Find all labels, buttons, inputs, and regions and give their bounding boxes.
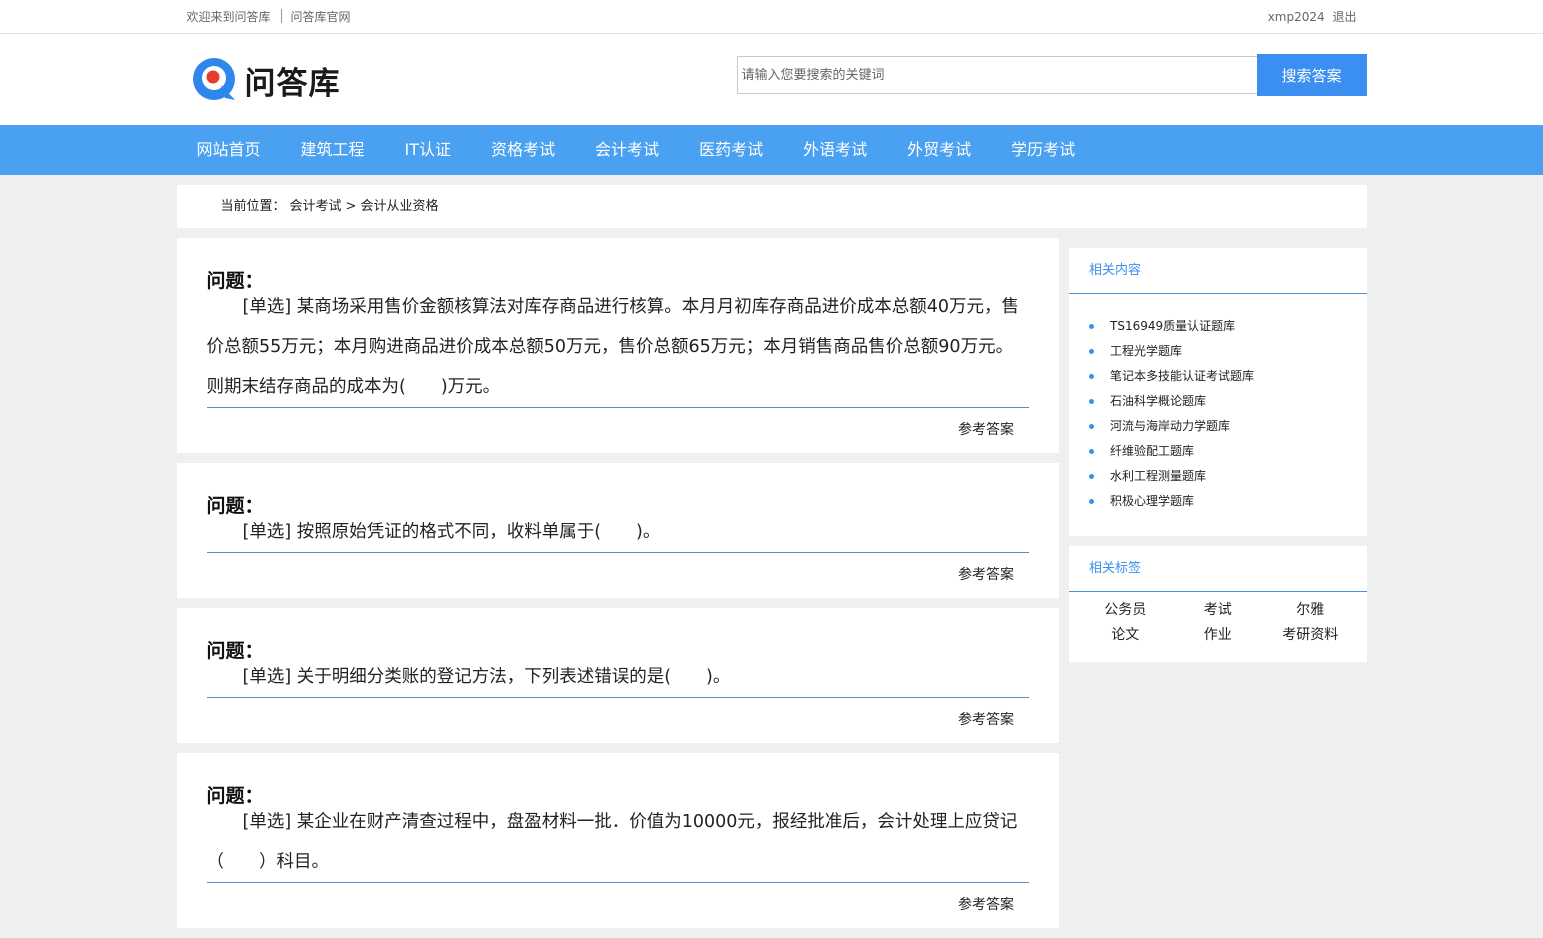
search-input[interactable]	[736, 56, 1257, 94]
username-link[interactable]: xmp2024	[1268, 10, 1325, 24]
breadcrumb-accounting[interactable]: 会计考试	[290, 199, 342, 214]
sidebar: 相关内容 TS16949质量认证题库 工程光学题库 笔记本多技能认证考试题库 石…	[1069, 248, 1367, 938]
logout-link[interactable]: 退出	[1332, 10, 1356, 24]
breadcrumb-prefix: 当前位置：	[220, 199, 286, 214]
nav-item-foreign-trade[interactable]: 外贸考试	[887, 125, 991, 175]
answer-link[interactable]: 参考答案	[958, 422, 1014, 438]
related-item[interactable]: 纤维验配工题库	[1089, 439, 1366, 464]
related-tags-title: 相关标签	[1069, 546, 1367, 592]
question-text[interactable]: [单选] 按照原始凭证的格式不同，收料单属于( )。	[206, 512, 1030, 553]
related-item[interactable]: 笔记本多技能认证考试题库	[1089, 364, 1366, 389]
related-content-title: 相关内容	[1069, 248, 1367, 294]
nav-item-accounting[interactable]: 会计考试	[575, 125, 679, 175]
top-bar: 欢迎来到问答库 问答库官网 xmp2024 退出	[0, 0, 1543, 34]
nav-item-construction[interactable]: 建筑工程	[281, 125, 385, 175]
site-logo[interactable]: 问答库	[191, 56, 341, 104]
related-item[interactable]: TS16949质量认证题库	[1089, 314, 1366, 339]
tag-item[interactable]: 公务员	[1079, 598, 1171, 623]
nav-item-language[interactable]: 外语考试	[783, 125, 887, 175]
question-text[interactable]: [单选] 关于明细分类账的登记方法，下列表述错误的是( )。	[206, 657, 1030, 698]
question-card: 问题： [单选] 某企业在财产清查过程中，盘盈材料一批．价值为10000元，报经…	[176, 753, 1060, 928]
breadcrumb-separator: >	[345, 199, 357, 214]
question-card: 问题： [单选] 按照原始凭证的格式不同，收料单属于( )。 参考答案	[176, 463, 1060, 598]
question-text[interactable]: [单选] 某企业在财产清查过程中，盘盈材料一批．价值为10000元，报经批准后，…	[206, 802, 1030, 883]
nav-item-it-cert[interactable]: IT认证	[385, 125, 472, 175]
main-nav: 网站首页 建筑工程 IT认证 资格考试 会计考试 医药考试 外语考试 外贸考试 …	[0, 125, 1543, 175]
answer-link[interactable]: 参考答案	[958, 712, 1014, 728]
nav-item-home[interactable]: 网站首页	[177, 125, 281, 175]
answer-link[interactable]: 参考答案	[958, 567, 1014, 583]
related-item[interactable]: 河流与海岸动力学题库	[1089, 414, 1366, 439]
search-bar: 搜索答案	[736, 54, 1367, 96]
nav-item-medical[interactable]: 医药考试	[679, 125, 783, 175]
related-item[interactable]: 工程光学题库	[1089, 339, 1366, 364]
official-site-link[interactable]: 问答库官网	[291, 10, 351, 24]
tag-item[interactable]: 论文	[1079, 623, 1171, 648]
search-button[interactable]: 搜索答案	[1256, 54, 1367, 96]
question-card: 问题： [单选] 某商场采用售价金额核算法对库存商品进行核算。本月月初库存商品进…	[176, 238, 1060, 453]
tag-item[interactable]: 尔雅	[1264, 598, 1356, 623]
breadcrumb-accounting-qualification[interactable]: 会计从业资格	[360, 199, 438, 214]
nav-item-education[interactable]: 学历考试	[991, 125, 1095, 175]
divider	[280, 9, 282, 23]
logo-text: 问答库	[244, 65, 341, 102]
related-item[interactable]: 水利工程测量题库	[1089, 464, 1366, 489]
related-item[interactable]: 积极心理学题库	[1089, 489, 1366, 514]
breadcrumb: 当前位置： 会计考试 > 会计从业资格	[176, 185, 1367, 228]
nav-item-qualification[interactable]: 资格考试	[471, 125, 575, 175]
logo-icon	[191, 56, 239, 104]
question-text[interactable]: [单选] 某商场采用售价金额核算法对库存商品进行核算。本月月初库存商品进价成本总…	[206, 287, 1030, 408]
header: 问答库 搜索答案	[0, 34, 1543, 125]
related-tags-panel: 相关标签 公务员 考试 尔雅 论文 作业 考研资料	[1069, 546, 1367, 662]
tag-item[interactable]: 作业	[1172, 623, 1265, 648]
related-item[interactable]: 石油科学概论题库	[1089, 389, 1366, 414]
tag-item[interactable]: 考研资料	[1264, 623, 1356, 648]
related-content-panel: 相关内容 TS16949质量认证题库 工程光学题库 笔记本多技能认证考试题库 石…	[1069, 248, 1367, 536]
tag-item[interactable]: 考试	[1172, 598, 1265, 623]
question-list: 问题： [单选] 某商场采用售价金额核算法对库存商品进行核算。本月月初库存商品进…	[176, 238, 1060, 938]
question-card: 问题： [单选] 关于明细分类账的登记方法，下列表述错误的是( )。 参考答案	[176, 608, 1060, 743]
answer-link[interactable]: 参考答案	[958, 897, 1014, 913]
welcome-text: 欢迎来到问答库	[186, 10, 271, 24]
